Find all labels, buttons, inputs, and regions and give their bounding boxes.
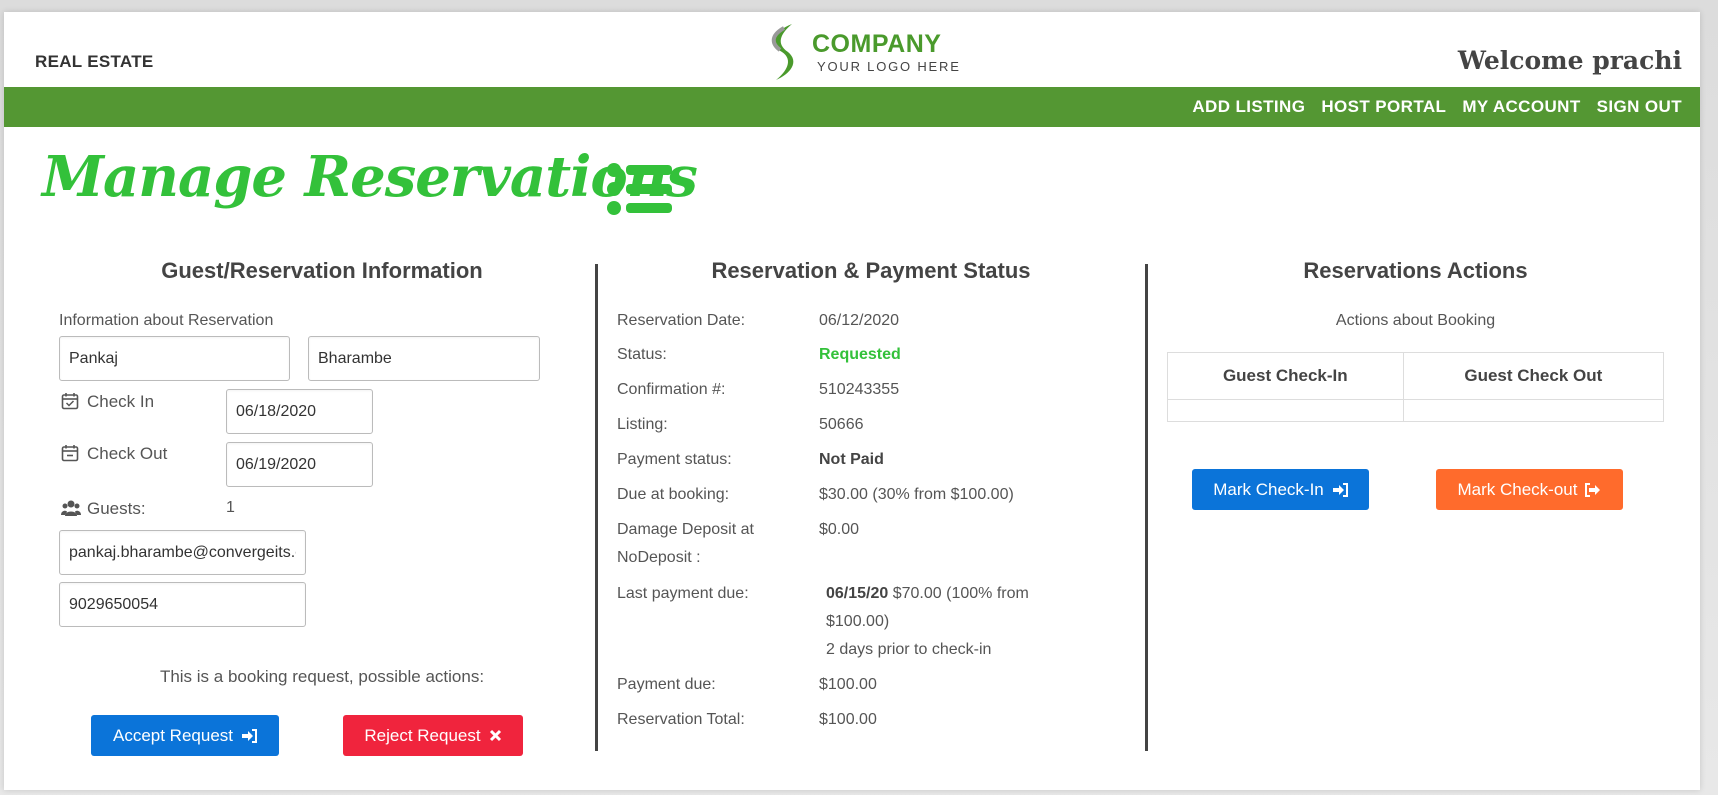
- logo-subtitle: YOUR LOGO HERE: [817, 59, 961, 74]
- actions-subtitle: Actions about Booking: [1335, 312, 1496, 329]
- status-label: Status:: [617, 346, 667, 363]
- mark-check-out-label: Mark Check-out: [1457, 479, 1578, 499]
- guest-check-in-header: Guest Check-In: [1167, 352, 1404, 400]
- welcome-message: Welcome prachi: [1457, 46, 1682, 75]
- payment-status-value: Not Paid: [819, 451, 884, 468]
- confirmation-label: Confirmation #:: [617, 381, 726, 398]
- payment-status-label: Payment status:: [617, 451, 732, 468]
- confirmation-value: 510243355: [819, 381, 900, 398]
- accept-request-label: Accept Request: [112, 725, 233, 745]
- accept-request-button[interactable]: Accept Request: [91, 715, 279, 756]
- last-payment-due-label: Last payment due:: [617, 585, 749, 602]
- reservation-total-value: $100.00: [819, 711, 877, 728]
- payment-due-value: $100.00: [819, 676, 877, 693]
- guests-count: 1: [226, 499, 235, 516]
- last-payment-amount: $70.00 (100% from: [892, 585, 1029, 602]
- calendar-check-icon: [61, 393, 79, 410]
- guests-label: Guests:: [87, 499, 146, 518]
- page-title: Manage Reservations: [42, 144, 698, 210]
- sign-in-icon: [1332, 482, 1348, 497]
- close-icon: [489, 729, 501, 742]
- nav-add-listing[interactable]: ADD LISTING: [1192, 97, 1305, 117]
- due-at-booking-value: $30.00 (30% from $100.00): [819, 486, 1014, 503]
- damage-deposit-label: Damage Deposit at: [617, 521, 754, 538]
- status-value: Requested: [819, 346, 901, 363]
- logo-title: COMPANY: [812, 30, 942, 58]
- last-name-input[interactable]: [308, 336, 540, 381]
- booking-request-note: This is a booking request, possible acti…: [159, 667, 485, 686]
- users-icon: [61, 500, 81, 516]
- last-payment-note: 2 days prior to check-in: [826, 641, 992, 658]
- reservation-date-label: Reservation Date:: [617, 312, 746, 329]
- reservation-date-value: 06/12/2020: [819, 312, 900, 329]
- nav-my-account[interactable]: MY ACCOUNT: [1462, 97, 1580, 117]
- brand-text[interactable]: REAL ESTATE: [35, 52, 154, 72]
- actions-section-title: Reservations Actions: [1303, 258, 1528, 283]
- check-in-label: Check In: [87, 392, 155, 411]
- list-icon: [607, 163, 672, 215]
- sign-out-icon: [1585, 482, 1601, 497]
- column-divider: [595, 264, 598, 751]
- column-divider: [1145, 264, 1148, 751]
- check-in-cell: [1167, 399, 1404, 422]
- status-section-title: Reservation & Payment Status: [711, 258, 1031, 283]
- guest-section-title: Guest/Reservation Information: [161, 258, 483, 283]
- app-frame: REAL ESTATE COMPANY YOUR LOGO HERE Welco…: [4, 12, 1700, 790]
- guest-check-out-header: Guest Check Out: [1402, 352, 1665, 400]
- calendar-minus-icon: [61, 445, 79, 462]
- reservation-total-label: Reservation Total:: [617, 711, 745, 728]
- checkin-table: Guest Check-In Guest Check Out: [1167, 352, 1665, 422]
- first-name-input[interactable]: [59, 336, 290, 381]
- last-payment-date: 06/15/20: [826, 585, 889, 602]
- mark-check-out-button[interactable]: Mark Check-out: [1436, 469, 1623, 510]
- last-payment-total: $100.00): [826, 613, 890, 630]
- reject-request-button[interactable]: Reject Request: [343, 715, 523, 756]
- email-input[interactable]: [59, 530, 306, 575]
- listing-label: Listing:: [617, 416, 668, 433]
- reservation-info-label: Information about Reservation: [59, 312, 274, 329]
- top-navbar: ADD LISTING HOST PORTAL MY ACCOUNT SIGN …: [4, 87, 1700, 127]
- mark-check-in-label: Mark Check-In: [1213, 479, 1324, 499]
- check-in-input[interactable]: [226, 389, 373, 434]
- nav-host-portal[interactable]: HOST PORTAL: [1321, 97, 1446, 117]
- nav-sign-out[interactable]: SIGN OUT: [1597, 97, 1682, 117]
- mark-check-in-button[interactable]: Mark Check-In: [1192, 469, 1369, 510]
- due-at-booking-label: Due at booking:: [617, 486, 730, 503]
- company-logo[interactable]: COMPANY YOUR LOGO HERE: [762, 18, 962, 88]
- sign-in-icon: [242, 728, 257, 743]
- listing-value[interactable]: 50666: [819, 416, 864, 434]
- phone-input[interactable]: [59, 582, 306, 627]
- no-deposit-label: NoDeposit :: [617, 549, 701, 566]
- reject-request-label: Reject Request: [364, 725, 481, 745]
- check-out-input[interactable]: [226, 442, 373, 487]
- last-payment-due-value: 06/15/20 $70.00 (100% from: [826, 585, 1029, 603]
- payment-due-label: Payment due:: [617, 676, 716, 693]
- check-out-label: Check Out: [87, 444, 168, 463]
- logo-swoosh-icon: [771, 24, 794, 80]
- damage-deposit-value: $0.00: [819, 521, 860, 538]
- check-out-cell: [1402, 399, 1665, 422]
